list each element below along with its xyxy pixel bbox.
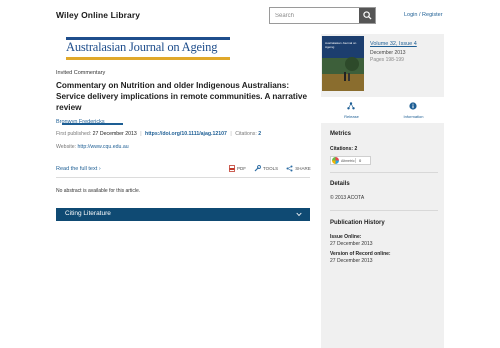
tab-information-label: Information [403, 114, 424, 119]
author-website: Website: http://www.cqu.edu.au [56, 144, 129, 150]
citing-literature-toggle[interactable]: Citing Literature [56, 208, 310, 221]
version-of-record-label: Version of Record online: [330, 251, 391, 257]
share-icon [286, 165, 293, 172]
read-full-text-link[interactable]: Read the full text › [56, 166, 101, 172]
logo-rule-bottom [66, 57, 230, 60]
site-brand[interactable]: Wiley Online Library [56, 10, 140, 20]
version-of-record-date: 27 December 2013 [330, 258, 373, 264]
meta-separator: | [230, 131, 232, 137]
network-icon [347, 102, 355, 110]
search-icon [362, 11, 372, 20]
pdf-icon [229, 165, 235, 172]
details-heading: Details [330, 181, 350, 187]
search-input[interactable] [270, 8, 360, 23]
publication-history-heading: Publication History [330, 220, 385, 226]
website-label: Website: [56, 144, 77, 150]
read-full-text-label: Read the full text [56, 166, 98, 172]
website-link[interactable]: http://www.cqu.edu.au [78, 144, 129, 150]
issue-online-date: 27 December 2013 [330, 241, 373, 247]
pdf-button[interactable]: PDF [229, 165, 246, 172]
search-button[interactable] [359, 8, 375, 23]
copyright-text: © 2013 ACOTA [330, 195, 365, 201]
meta-separator: | [140, 131, 142, 137]
pdf-label: PDF [237, 166, 246, 171]
site-header: Wiley Online Library Login / Register [0, 0, 500, 32]
search-box [269, 7, 376, 24]
publication-meta: First published: 27 December 2013 | http… [56, 131, 261, 137]
tools-label: TOOLS [263, 166, 279, 171]
journal-logo[interactable]: Australasian Journal on Ageing [66, 37, 230, 61]
article-title: Commentary on Nutrition and older Indige… [56, 81, 308, 112]
volume-issue-link[interactable]: Volume 32, Issue 4 [370, 41, 417, 47]
metrics-heading: Metrics [330, 131, 352, 137]
login-register-link[interactable]: Login / Register [404, 12, 443, 18]
altmetric-badge[interactable]: Altmetric 0 [330, 156, 371, 165]
chevron-right-icon: › [98, 166, 101, 172]
active-tab-indicator [62, 123, 123, 125]
citing-literature-label: Citing Literature [65, 210, 111, 217]
issue-date: December 2013 [370, 50, 406, 56]
article-type: Invited Commentary [56, 70, 106, 76]
sidebar-divider [330, 172, 438, 173]
altmetric-count: 0 [355, 158, 361, 163]
info-icon [409, 102, 417, 110]
doi-link[interactable]: https://doi.org/10.1111/ajag.12107 [145, 131, 227, 137]
wrench-icon [254, 165, 261, 172]
content-divider [56, 177, 310, 178]
share-button[interactable]: SHARE [286, 165, 311, 172]
tools-button[interactable]: TOOLS [254, 165, 278, 172]
article-tools: PDF TOOLS SHARE [229, 165, 311, 172]
altmetric-label: Altmetric [341, 158, 355, 163]
sidebar-tabs: Release Information [321, 97, 444, 123]
issue-online-label: Issue Online: [330, 234, 362, 240]
citations-label: Citations: [235, 131, 257, 137]
abstract-note: No abstract is available for this articl… [56, 188, 141, 194]
altmetric-donut-icon [332, 157, 339, 164]
journal-cover-image[interactable]: Australasian Journal on Ageing [322, 36, 364, 91]
tab-information[interactable]: Information [383, 97, 444, 123]
metrics-citations: Citations: 2 [330, 146, 358, 152]
tab-release-label: Release [344, 114, 359, 119]
first-published-label: First published: [56, 131, 92, 137]
chevron-down-icon [296, 212, 302, 217]
citations-count-link[interactable]: 2 [258, 131, 261, 137]
tab-release[interactable]: Release [321, 97, 382, 123]
journal-logo-text: Australasian Journal on Ageing [66, 40, 218, 54]
share-label: SHARE [295, 166, 311, 171]
first-published-date: 27 December 2013 [92, 131, 137, 137]
page-range: Pages 198-199 [370, 57, 404, 63]
cover-title: Australasian Journal on Ageing [325, 41, 357, 49]
sidebar-divider [330, 210, 438, 211]
